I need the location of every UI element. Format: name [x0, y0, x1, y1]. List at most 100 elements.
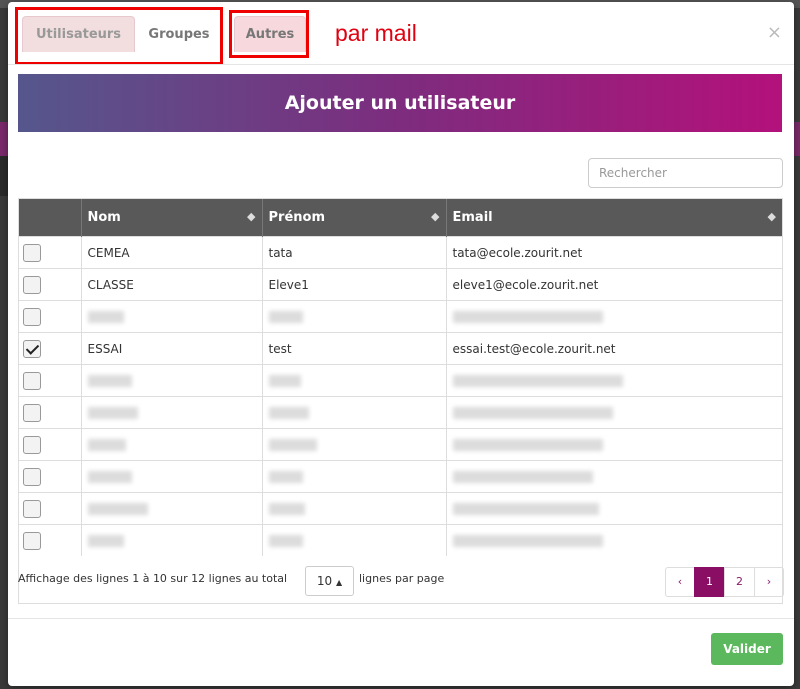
cell-email: tata@ecole.zourit.net	[446, 236, 782, 269]
cell-nom	[81, 524, 263, 556]
redacted-text	[452, 375, 623, 387]
row-select-cell	[19, 268, 82, 301]
table-row[interactable]	[19, 524, 782, 556]
row-checkbox[interactable]	[23, 244, 41, 262]
row-checkbox[interactable]	[23, 468, 41, 486]
table-row[interactable]: CLASSE Eleve1 eleve1@ecole.zourit.net	[19, 268, 782, 301]
row-checkbox[interactable]	[23, 532, 41, 550]
column-header-email[interactable]: Email ◆	[446, 199, 782, 237]
redacted-text	[87, 375, 132, 387]
redacted-text	[268, 535, 303, 547]
redacted-text	[452, 535, 603, 547]
cell-nom	[81, 428, 263, 461]
table-row[interactable]	[19, 428, 782, 461]
annotation-text: par mail	[335, 20, 417, 46]
redacted-text	[268, 407, 309, 419]
redacted-text	[87, 535, 124, 547]
cell-email	[446, 492, 782, 525]
highlight-box	[229, 10, 309, 58]
cell-email	[446, 364, 782, 397]
column-header-prenom[interactable]: Prénom ◆	[262, 199, 447, 237]
cell-email: eleve1@ecole.zourit.net	[446, 268, 782, 301]
row-checkbox[interactable]	[23, 340, 41, 358]
background-band	[0, 156, 8, 196]
pagination-info: Affichage des lignes 1 à 10 sur 12 ligne…	[18, 572, 288, 585]
cell-nom: CEMEA	[81, 236, 263, 269]
redacted-text	[452, 503, 599, 515]
row-checkbox[interactable]	[23, 436, 41, 454]
row-select-cell	[19, 428, 82, 461]
cell-prenom: tata	[262, 236, 447, 269]
redacted-text	[452, 311, 603, 323]
row-checkbox[interactable]	[23, 500, 41, 518]
column-header-label: Nom	[87, 210, 121, 225]
cell-nom	[81, 364, 263, 397]
submit-button[interactable]: Valider	[711, 633, 783, 665]
cell-email	[446, 460, 782, 493]
cell-email	[446, 524, 782, 556]
row-select-cell	[19, 492, 82, 525]
column-header-select	[19, 199, 82, 237]
redacted-text	[452, 407, 613, 419]
cell-prenom	[262, 396, 447, 429]
cell-prenom	[262, 428, 447, 461]
table-row[interactable]	[19, 364, 782, 397]
redacted-text	[268, 375, 301, 387]
search-input[interactable]	[588, 158, 783, 188]
page-size-select[interactable]: 10 ▲	[305, 566, 354, 596]
row-checkbox[interactable]	[23, 276, 41, 294]
table-row[interactable]: CEMEA tata tata@ecole.zourit.net	[19, 236, 782, 269]
table-header-row: Nom ◆ Prénom ◆ Email ◆	[19, 199, 782, 237]
row-checkbox[interactable]	[23, 308, 41, 326]
modal-header: Utilisateurs Groupes Autres par mail ×	[8, 2, 794, 65]
redacted-text	[268, 503, 305, 515]
cell-prenom	[262, 524, 447, 556]
sort-icon[interactable]: ◆	[431, 210, 439, 223]
add-user-button[interactable]: Ajouter un utilisateur	[18, 74, 782, 132]
divider	[8, 618, 794, 619]
row-select-cell	[19, 460, 82, 493]
close-icon[interactable]: ×	[767, 22, 782, 43]
table-row[interactable]	[19, 300, 782, 333]
highlight-box	[15, 7, 223, 65]
row-select-cell	[19, 364, 82, 397]
table-row[interactable]	[19, 460, 782, 493]
previous-page-button[interactable]: ‹	[665, 567, 695, 597]
add-user-modal: Utilisateurs Groupes Autres par mail × A…	[8, 2, 794, 686]
sort-icon[interactable]: ◆	[768, 210, 776, 223]
table-row[interactable]	[19, 396, 782, 429]
divider	[8, 64, 794, 65]
cell-email	[446, 300, 782, 333]
row-checkbox[interactable]	[23, 372, 41, 390]
page-button-1[interactable]: 1	[694, 567, 725, 597]
background-band	[0, 122, 8, 156]
row-select-cell	[19, 332, 82, 365]
redacted-text	[452, 471, 593, 483]
cell-prenom: Eleve1	[262, 268, 447, 301]
redacted-text	[268, 471, 303, 483]
row-select-cell	[19, 236, 82, 269]
sort-icon[interactable]: ◆	[247, 210, 255, 223]
column-header-nom[interactable]: Nom ◆	[81, 199, 263, 237]
users-table: Nom ◆ Prénom ◆ Email ◆ CEMEA tata tata@ecole.…	[18, 198, 783, 604]
redacted-text	[268, 311, 303, 323]
cell-nom	[81, 300, 263, 333]
row-select-cell	[19, 396, 82, 429]
table-row[interactable]	[19, 492, 782, 525]
row-checkbox[interactable]	[23, 404, 41, 422]
table-row[interactable]: ESSAI test essai.test@ecole.zourit.net	[19, 332, 782, 365]
redacted-text	[87, 471, 132, 483]
row-select-cell	[19, 524, 82, 556]
redacted-text	[87, 439, 126, 451]
cell-nom	[81, 396, 263, 429]
column-header-label: Email	[452, 210, 493, 225]
page-size-value: 10	[316, 574, 333, 588]
next-page-button[interactable]: ›	[754, 567, 784, 597]
redacted-text	[87, 407, 138, 419]
cell-nom: ESSAI	[81, 332, 263, 365]
cell-email: essai.test@ecole.zourit.net	[446, 332, 782, 365]
row-select-cell	[19, 300, 82, 333]
page-button-2[interactable]: 2	[724, 567, 755, 597]
redacted-text	[87, 311, 124, 323]
redacted-text	[268, 439, 317, 451]
